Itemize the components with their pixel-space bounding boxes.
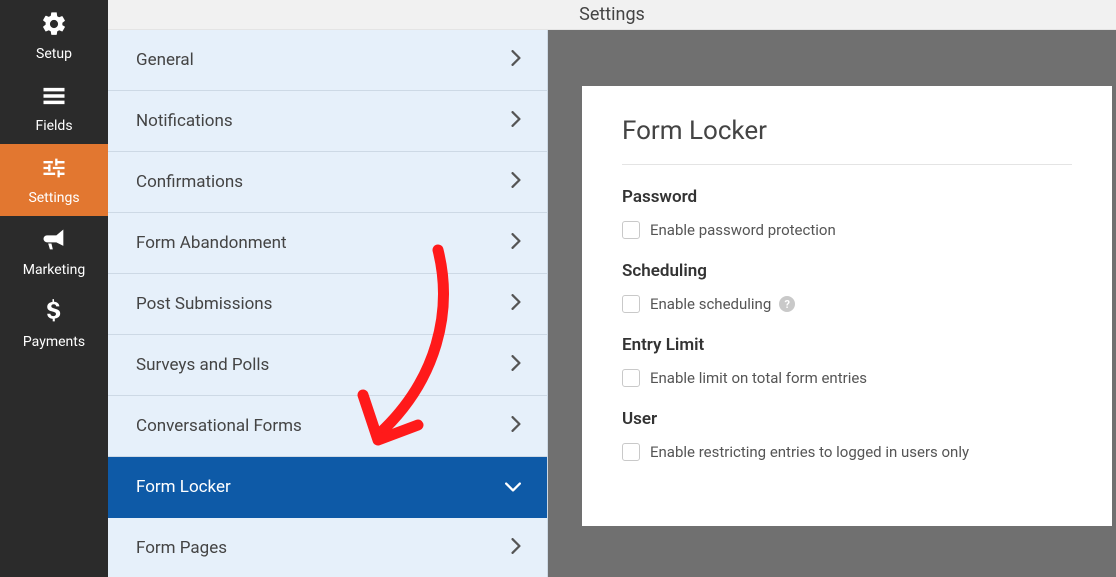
card-title: Form Locker (622, 116, 1072, 165)
settings-item-label: Post Submissions (136, 294, 272, 314)
chevron-right-icon (511, 50, 521, 71)
checkbox-label: Enable restricting entries to logged in … (650, 443, 969, 461)
chevron-right-icon (511, 233, 521, 254)
form-locker-card: Form Locker Password Enable password pro… (582, 86, 1112, 526)
section-heading-scheduling: Scheduling (622, 261, 1072, 281)
settings-item-post-submissions[interactable]: Post Submissions (108, 274, 547, 335)
page-title: Settings (579, 4, 645, 25)
checkbox-scheduling[interactable] (622, 295, 640, 313)
checkbox-entry-limit[interactable] (622, 369, 640, 387)
checkbox-label: Enable scheduling (650, 295, 771, 313)
page-title-bar: Settings (108, 0, 1116, 30)
main-area: Settings General Notifications Confirmat… (108, 0, 1116, 577)
settings-item-general[interactable]: General (108, 30, 547, 91)
settings-item-label: General (136, 50, 194, 70)
sidebar-label: Payments (23, 334, 85, 350)
settings-item-label: Conversational Forms (136, 416, 302, 436)
settings-submenu: General Notifications Confirmations Form… (108, 30, 548, 577)
settings-item-label: Surveys and Polls (136, 355, 269, 375)
content-row: General Notifications Confirmations Form… (108, 30, 1116, 577)
settings-item-label: Form Locker (136, 477, 231, 497)
primary-sidebar: Setup Fields Settings Marketing Payments (0, 0, 108, 577)
section-heading-user: User (622, 409, 1072, 429)
sidebar-item-fields[interactable]: Fields (0, 72, 108, 144)
checkbox-label: Enable limit on total form entries (650, 369, 867, 387)
chevron-right-icon (511, 538, 521, 559)
right-pane: Form Locker Password Enable password pro… (548, 30, 1116, 577)
settings-item-label: Form Abandonment (136, 233, 287, 253)
settings-item-label: Form Pages (136, 538, 227, 558)
checkbox-password[interactable] (622, 221, 640, 239)
scheduling-check-row: Enable scheduling ? (622, 295, 1072, 313)
sidebar-item-marketing[interactable]: Marketing (0, 216, 108, 288)
sidebar-label: Fields (35, 118, 72, 134)
sidebar-label: Setup (36, 46, 72, 62)
sidebar-label: Marketing (23, 262, 86, 278)
settings-item-surveys-polls[interactable]: Surveys and Polls (108, 335, 547, 396)
gear-icon (40, 10, 68, 42)
settings-item-label: Notifications (136, 111, 233, 131)
settings-item-confirmations[interactable]: Confirmations (108, 152, 547, 213)
sidebar-item-settings[interactable]: Settings (0, 144, 108, 216)
sliders-icon (40, 154, 68, 186)
entry-limit-check-row: Enable limit on total form entries (622, 369, 1072, 387)
bullhorn-icon (40, 226, 68, 258)
chevron-right-icon (511, 416, 521, 437)
settings-item-notifications[interactable]: Notifications (108, 91, 547, 152)
section-heading-password: Password (622, 187, 1072, 207)
chevron-down-icon (505, 477, 521, 497)
chevron-right-icon (511, 172, 521, 193)
dollar-icon (43, 298, 65, 330)
sidebar-item-setup[interactable]: Setup (0, 0, 108, 72)
list-form-icon (40, 82, 68, 114)
chevron-right-icon (511, 355, 521, 376)
settings-item-conversational-forms[interactable]: Conversational Forms (108, 396, 547, 457)
password-check-row: Enable password protection (622, 221, 1072, 239)
checkbox-label: Enable password protection (650, 221, 836, 239)
settings-item-form-pages[interactable]: Form Pages (108, 518, 547, 577)
checkbox-user[interactable] (622, 443, 640, 461)
sidebar-label: Settings (28, 190, 79, 206)
user-check-row: Enable restricting entries to logged in … (622, 443, 1072, 461)
settings-item-form-locker[interactable]: Form Locker (108, 457, 547, 518)
chevron-right-icon (511, 294, 521, 315)
help-icon[interactable]: ? (779, 296, 795, 312)
settings-item-form-abandonment[interactable]: Form Abandonment (108, 213, 547, 274)
chevron-right-icon (511, 111, 521, 132)
settings-item-label: Confirmations (136, 172, 243, 192)
section-heading-entry-limit: Entry Limit (622, 335, 1072, 355)
sidebar-item-payments[interactable]: Payments (0, 288, 108, 360)
